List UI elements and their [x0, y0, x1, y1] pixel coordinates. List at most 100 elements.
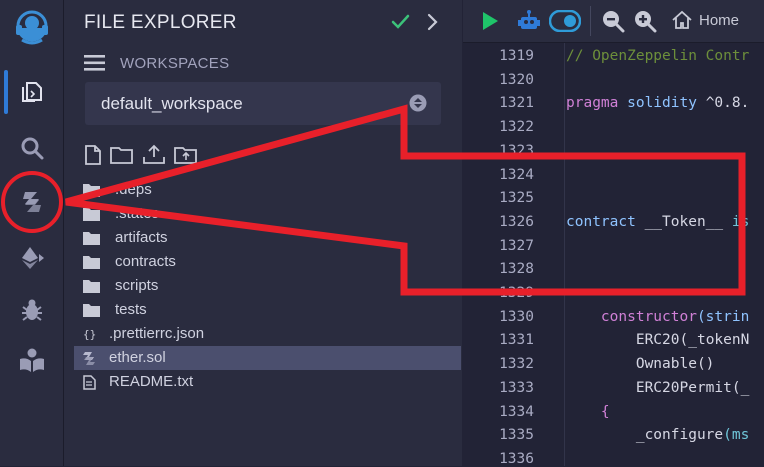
folder-icon [83, 304, 100, 317]
code-token: pragma [566, 95, 628, 112]
code-editor[interactable]: // OpenZeppelin Contr pragma solidity ^0.… [566, 43, 764, 466]
folder-icon [83, 208, 100, 221]
code-token: is [731, 213, 750, 230]
tree-item-label: tests [115, 301, 147, 318]
tree-folder-scripts[interactable]: scripts [74, 274, 462, 298]
line-number-gutter: 1319 1320 1321 1322 1323 1324 1325 1326 1327 1328… [463, 43, 565, 467]
search-icon[interactable] [0, 128, 63, 168]
tree-item-label: contracts [115, 253, 176, 270]
tree-folder-contracts[interactable]: contracts [74, 250, 462, 274]
line-number: 1320 [499, 71, 534, 88]
line-number: 1324 [499, 166, 534, 183]
folder-icon [83, 256, 100, 269]
tree-folder-tests[interactable]: tests [74, 298, 462, 322]
code-line: // OpenZeppelin Contr [566, 48, 749, 64]
line-number: 1331 [499, 332, 534, 349]
tree-file-prettierrc[interactable]: {} .prettierrc.json [74, 322, 462, 346]
code-token: constructor [566, 308, 697, 325]
home-tab-label[interactable]: Home [699, 12, 739, 29]
code-token: contract [566, 213, 645, 230]
editor-toolbar: Home [463, 0, 764, 43]
debugger-icon[interactable] [0, 290, 63, 330]
code-token: (strin [696, 308, 750, 325]
line-number: 1333 [499, 379, 534, 396]
line-number: 1327 [499, 237, 534, 254]
tree-folder-states[interactable]: .states [74, 202, 462, 226]
tree-file-readme[interactable]: README.txt [74, 370, 462, 394]
tree-folder-deps[interactable]: .deps [74, 178, 462, 202]
line-number: 1332 [499, 356, 534, 373]
line-number: 1330 [499, 308, 534, 325]
folder-icon [83, 184, 100, 197]
folder-icon [83, 280, 100, 293]
line-number: 1326 [499, 213, 534, 230]
code-line: constructor(strin [566, 309, 749, 325]
line-number: 1336 [499, 450, 534, 467]
text-file-icon [83, 375, 96, 390]
file-explorer-icon[interactable] [0, 72, 63, 112]
robot-icon[interactable] [517, 9, 541, 33]
new-file-icon[interactable] [84, 144, 102, 166]
run-icon[interactable] [481, 11, 499, 31]
line-number: 1328 [499, 261, 534, 278]
solidity-compiler-icon[interactable] [0, 182, 63, 222]
new-folder-icon[interactable] [110, 145, 134, 165]
tree-item-label: .deps [115, 181, 152, 198]
code-token: (_tokenN [679, 332, 750, 349]
code-token: ^0.8. [705, 95, 750, 112]
code-token: Ownable() [566, 356, 715, 373]
code-line: contract __Token__ is [566, 214, 749, 230]
code-token: solidity [627, 95, 706, 112]
learneth-icon[interactable] [0, 340, 63, 380]
toggle-switch[interactable] [549, 10, 581, 32]
tree-item-label: .prettierrc.json [109, 325, 205, 342]
workspace-select[interactable]: default_workspace [85, 82, 441, 125]
file-explorer-panel: FILE EXPLORER WORKSPACES default_workspa… [64, 0, 462, 466]
line-number: 1325 [499, 190, 534, 207]
code-token: (ms [723, 427, 750, 444]
zoom-in-icon[interactable] [633, 9, 657, 33]
code-line: Ownable() [566, 356, 715, 373]
icon-rail [0, 0, 64, 466]
line-number: 1322 [499, 119, 534, 136]
remix-logo-icon[interactable] [0, 4, 63, 52]
tree-item-label: .states [115, 205, 160, 222]
deploy-run-icon[interactable] [0, 238, 63, 278]
tree-item-label: scripts [115, 277, 159, 294]
toolbar-divider [590, 6, 591, 36]
chevron-right-icon[interactable] [426, 13, 440, 31]
tree-item-label: artifacts [115, 229, 168, 246]
check-icon[interactable] [390, 12, 410, 32]
line-number: 1329 [499, 285, 534, 301]
code-token: ERC20Permit(_ [566, 379, 750, 396]
code-line: pragma solidity ^0.8. [566, 95, 749, 111]
upload-file-icon[interactable] [142, 143, 166, 165]
svg-text:{}: {} [83, 328, 96, 341]
code-line: ERC20Permit(_ [566, 379, 750, 396]
line-number: 1323 [499, 142, 534, 159]
code-token: { [566, 403, 610, 420]
code-token: __Token__ [644, 213, 732, 230]
workspaces-label: WORKSPACES [120, 55, 230, 72]
tree-folder-artifacts[interactable]: artifacts [74, 226, 462, 250]
code-line: ERC20(_tokenN [566, 332, 750, 349]
code-line: { [566, 404, 610, 420]
json-file-icon: {} [83, 328, 96, 341]
upload-folder-icon[interactable] [174, 144, 198, 166]
zoom-out-icon[interactable] [601, 9, 625, 33]
tree-item-label: ether.sol [109, 349, 166, 366]
line-number: 1334 [499, 403, 534, 420]
solidity-file-icon [83, 352, 95, 365]
code-token: ERC20 [566, 332, 680, 349]
hamburger-icon[interactable] [84, 54, 106, 72]
workspace-select-value: default_workspace [101, 94, 243, 113]
code-token: // OpenZeppelin Contr [566, 48, 750, 64]
code-token: _configure [566, 427, 724, 444]
tree-file-ether-sol[interactable]: ether.sol [74, 346, 461, 370]
line-number: 1321 [499, 95, 534, 112]
folder-icon [83, 232, 100, 245]
panel-title: FILE EXPLORER [84, 12, 237, 33]
home-icon[interactable] [671, 10, 693, 30]
line-number: 1335 [499, 427, 534, 444]
select-arrows-icon [409, 94, 427, 112]
